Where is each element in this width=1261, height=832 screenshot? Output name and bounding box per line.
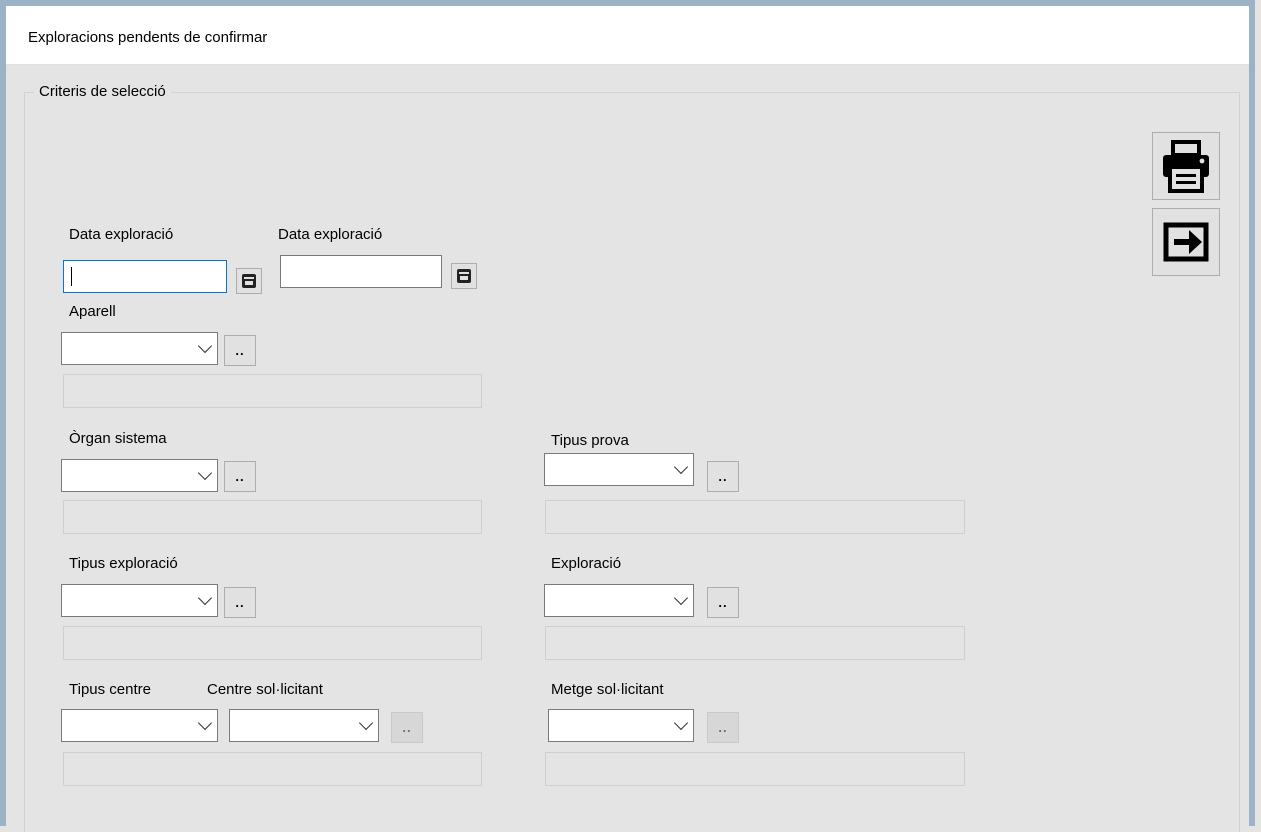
exit-button[interactable] bbox=[1152, 208, 1220, 276]
printer-icon bbox=[1163, 140, 1209, 193]
metge-sollicitant-lookup-button[interactable]: .. bbox=[707, 712, 739, 743]
exit-arrow-icon bbox=[1163, 222, 1209, 262]
organ-sistema-lookup-button[interactable]: .. bbox=[224, 461, 256, 492]
calendar-icon bbox=[242, 274, 256, 288]
organ-sistema-select[interactable] bbox=[61, 459, 218, 492]
selection-criteria-title: Criteris de selecció bbox=[34, 83, 171, 100]
metge-sollicitant-label: Metge sol·licitant bbox=[551, 681, 664, 698]
tipus-exploracio-lookup-button[interactable]: .. bbox=[224, 587, 256, 618]
chevron-down-icon bbox=[673, 590, 689, 606]
data-exploracio-to-input[interactable] bbox=[280, 255, 442, 288]
centre-sollicitant-description bbox=[63, 752, 482, 786]
tipus-centre-select[interactable] bbox=[61, 709, 218, 742]
tipus-centre-label: Tipus centre bbox=[69, 681, 151, 698]
chevron-down-icon bbox=[197, 590, 213, 606]
data-exploracio-to-calendar-button[interactable] bbox=[451, 263, 477, 289]
data-exploracio-from-input[interactable] bbox=[63, 260, 227, 293]
data-exploracio-from-calendar-button[interactable] bbox=[236, 268, 262, 294]
tipus-prova-description bbox=[545, 500, 965, 534]
centre-sollicitant-label: Centre sol·licitant bbox=[207, 681, 323, 698]
data-exploracio-to-label: Data exploració bbox=[278, 226, 383, 243]
exploracio-description bbox=[545, 626, 965, 660]
tipus-prova-select[interactable] bbox=[544, 453, 694, 486]
organ-sistema-label: Òrgan sistema bbox=[69, 430, 167, 447]
window-title: Exploracions pendents de confirmar bbox=[28, 29, 268, 46]
chevron-down-icon bbox=[358, 715, 374, 731]
aparell-description bbox=[63, 374, 482, 408]
tipus-prova-label: Tipus prova bbox=[551, 432, 629, 449]
tipus-exploracio-label: Tipus exploració bbox=[69, 555, 178, 572]
organ-sistema-description bbox=[63, 500, 482, 534]
chevron-down-icon bbox=[197, 715, 213, 731]
print-button[interactable] bbox=[1152, 132, 1220, 200]
tipus-prova-lookup-button[interactable]: .. bbox=[707, 461, 739, 492]
calendar-icon bbox=[457, 269, 471, 283]
exploracio-select[interactable] bbox=[544, 584, 694, 617]
metge-sollicitant-select[interactable] bbox=[548, 709, 694, 742]
exploracio-lookup-button[interactable]: .. bbox=[707, 587, 739, 618]
chevron-down-icon bbox=[197, 338, 213, 354]
text-caret bbox=[71, 267, 72, 286]
title-bar: Exploracions pendents de confirmar bbox=[6, 6, 1249, 65]
aparell-lookup-button[interactable]: .. bbox=[224, 335, 256, 366]
centre-sollicitant-select[interactable] bbox=[229, 709, 379, 742]
chevron-down-icon bbox=[673, 715, 689, 731]
chevron-down-icon bbox=[197, 465, 213, 481]
chevron-down-icon bbox=[673, 459, 689, 475]
tipus-exploracio-select[interactable] bbox=[61, 584, 218, 617]
aparell-select[interactable] bbox=[61, 332, 218, 365]
data-exploracio-from-label: Data exploració bbox=[69, 226, 174, 243]
exploracio-label: Exploració bbox=[551, 555, 622, 572]
metge-sollicitant-description bbox=[545, 752, 965, 786]
centre-sollicitant-lookup-button[interactable]: .. bbox=[391, 712, 423, 743]
tipus-exploracio-description bbox=[63, 626, 482, 660]
aparell-label: Aparell bbox=[69, 303, 116, 320]
